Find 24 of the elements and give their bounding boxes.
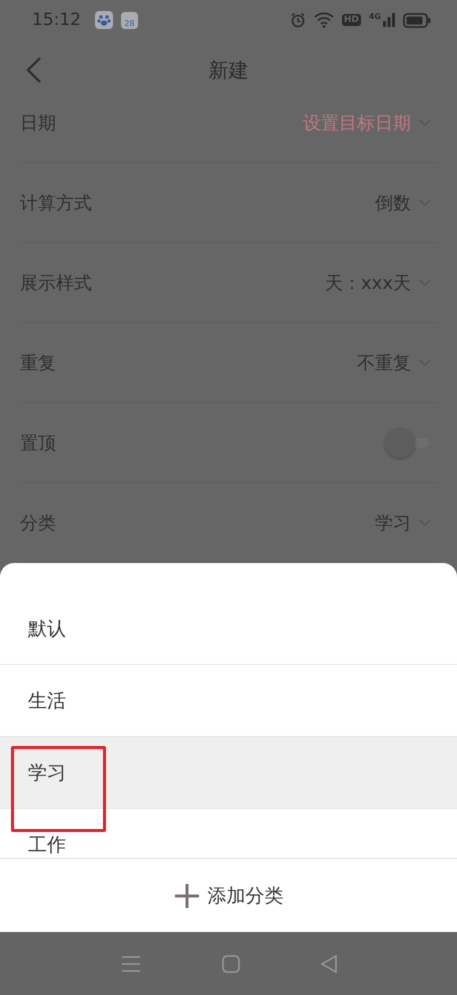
category-option[interactable]: 默认 <box>0 593 457 665</box>
back-icon[interactable] <box>26 56 42 84</box>
setting-label: 展示样式 <box>20 272 93 294</box>
plus-icon <box>174 882 200 908</box>
clock-time: 15:12 <box>32 10 81 30</box>
setting-label: 分类 <box>20 512 57 534</box>
battery-icon <box>403 12 431 28</box>
back-icon[interactable] <box>320 954 336 972</box>
page-title: 新建 <box>208 56 248 84</box>
hd-badge: HD <box>342 14 361 26</box>
toggle-switch[interactable] <box>385 428 431 458</box>
paw-app-icon <box>95 11 113 29</box>
setting-label: 置顶 <box>20 432 57 454</box>
setting-label: 重复 <box>20 352 57 374</box>
network-label: 4G <box>368 12 381 21</box>
signal-icon <box>383 13 395 27</box>
home-icon[interactable] <box>222 954 240 972</box>
menu-icon[interactable] <box>120 954 140 972</box>
wifi-icon <box>314 12 334 28</box>
setting-label: 日期 <box>20 112 57 135</box>
category-option[interactable]: 学习 <box>0 737 457 809</box>
setting-label: 计算方式 <box>20 192 93 214</box>
alarm-icon <box>290 12 306 28</box>
calendar-icon: 28 <box>121 12 138 28</box>
